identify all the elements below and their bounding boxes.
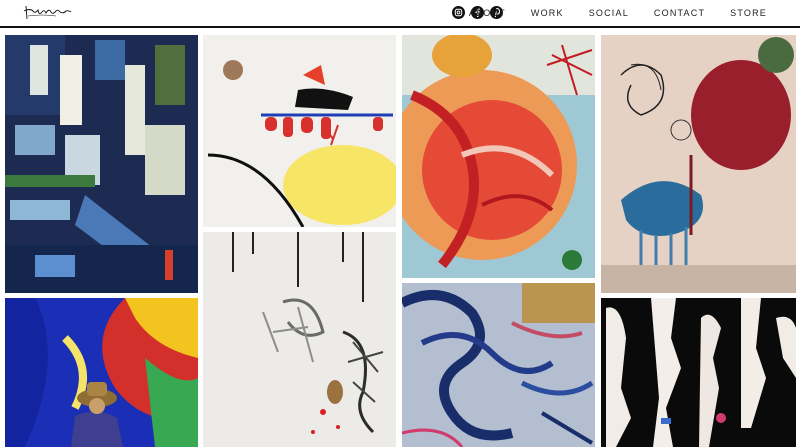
nav-contact-link[interactable]: CONTACT bbox=[654, 8, 705, 18]
nav-social-link[interactable]: SOCIAL bbox=[589, 8, 629, 18]
main-nav: ABOUT WORK SOCIAL CONTACT STORE bbox=[469, 8, 767, 18]
artwork-figure-in-hat[interactable] bbox=[5, 298, 198, 447]
artwork-blue-abstract[interactable] bbox=[5, 35, 198, 293]
artwork-blue-scribbles[interactable] bbox=[402, 283, 595, 447]
artwork-grey-drips[interactable] bbox=[203, 232, 396, 447]
artwork-red-dripping-shape[interactable] bbox=[203, 35, 396, 227]
instagram-icon[interactable] bbox=[452, 6, 465, 19]
signature-logo-icon bbox=[23, 5, 72, 20]
nav-about-link[interactable]: ABOUT bbox=[469, 8, 506, 18]
site-header: ABOUT WORK SOCIAL CONTACT STORE bbox=[0, 0, 800, 28]
artwork-red-orange-swirl[interactable] bbox=[402, 35, 595, 278]
nav-store-link[interactable]: STORE bbox=[730, 8, 767, 18]
site-logo[interactable] bbox=[22, 2, 74, 22]
artwork-pink-blue-jellyfish[interactable] bbox=[601, 35, 796, 293]
nav-work-link[interactable]: WORK bbox=[531, 8, 564, 18]
artwork-black-white-drips[interactable] bbox=[601, 298, 796, 447]
